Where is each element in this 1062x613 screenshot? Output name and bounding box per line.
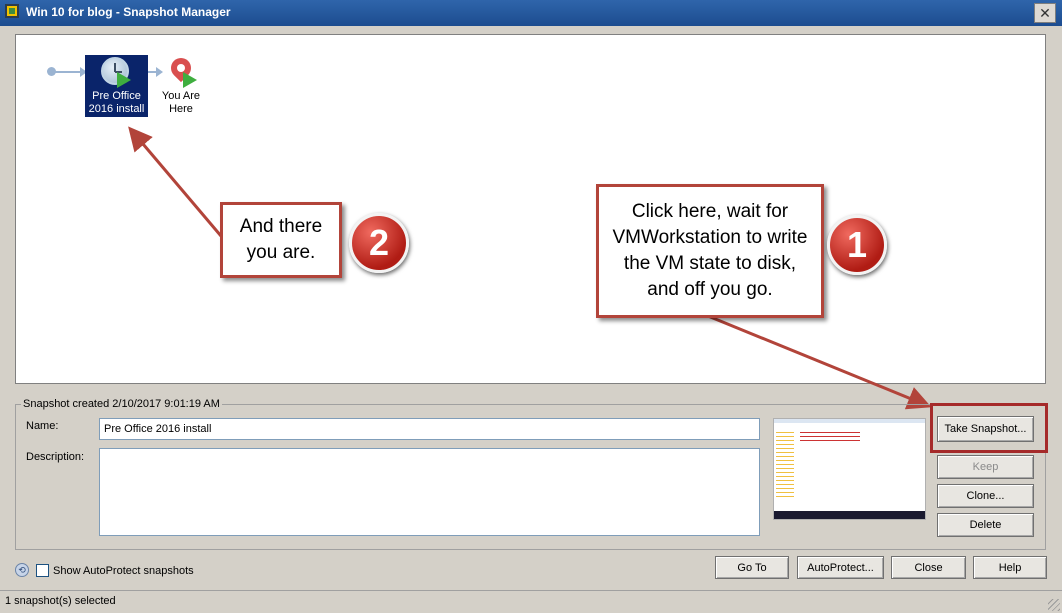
name-label: Name: [26, 420, 59, 432]
you-are-here-node[interactable]: You Are Here [156, 53, 206, 117]
title-bar: Win 10 for blog - Snapshot Manager ✕ [0, 0, 1062, 26]
autoprotect-icon: ⟲ [15, 563, 29, 577]
help-button[interactable]: Help [973, 556, 1047, 579]
current-state-play-icon [183, 72, 197, 88]
autoprotect-button[interactable]: AutoProtect... [797, 556, 884, 579]
snapshot-node-pre-office[interactable]: Pre Office 2016 install [85, 55, 148, 117]
snapshot-play-icon [117, 72, 131, 88]
snapshot-description-field[interactable] [99, 448, 760, 536]
snapshot-label-line1: Pre Office [92, 90, 141, 102]
you-are-here-line2: Here [169, 103, 193, 115]
snapshot-tree-canvas[interactable]: Pre Office 2016 install You Are Here [15, 34, 1046, 384]
callout-1-line2: VMWorkstation to write [612, 227, 808, 248]
snapshot-label-line2: 2016 install [88, 103, 145, 115]
snapshot-node-label: Pre Office 2016 install [85, 90, 148, 116]
callout-2-line1: And there [239, 216, 323, 237]
callout-1-line3: the VM state to disk, [623, 253, 797, 274]
clone-button[interactable]: Clone... [937, 484, 1034, 508]
callout-and-there-you-are: And there you are. [220, 202, 342, 278]
show-autoprotect-label[interactable]: Show AutoProtect snapshots [53, 565, 194, 577]
window-close-button[interactable]: ✕ [1034, 3, 1056, 23]
status-bar: 1 snapshot(s) selected [0, 590, 1062, 613]
callout-1-line4: and off you go. [647, 279, 773, 300]
keep-button[interactable]: Keep [937, 455, 1034, 479]
snapshot-name-field[interactable] [99, 418, 760, 440]
delete-button[interactable]: Delete [937, 513, 1034, 537]
vmware-app-icon [5, 4, 19, 18]
snapshot-thumbnail [773, 418, 926, 520]
you-are-here-label: You Are Here [156, 90, 206, 116]
go-to-button[interactable]: Go To [715, 556, 789, 579]
show-autoprotect-checkbox[interactable] [36, 564, 49, 577]
window-title: Win 10 for blog - Snapshot Manager [26, 5, 231, 19]
callout-1-line1: Click here, wait for [631, 201, 789, 222]
you-are-here-line1: You Are [161, 90, 201, 102]
close-button[interactable]: Close [891, 556, 966, 579]
tree-connector [55, 71, 83, 73]
description-label: Description: [26, 451, 85, 463]
take-snapshot-button[interactable]: Take Snapshot... [937, 416, 1034, 442]
step-badge-2: 2 [349, 213, 409, 273]
status-text: 1 snapshot(s) selected [5, 595, 116, 607]
callout-2-line2: you are. [246, 242, 316, 263]
snapshot-created-title: Snapshot created 2/10/2017 9:01:19 AM [21, 398, 222, 410]
step-badge-1: 1 [827, 215, 887, 275]
callout-click-here: Click here, wait for VMWorkstation to wr… [596, 184, 824, 318]
resize-grip-icon[interactable] [1048, 599, 1060, 611]
